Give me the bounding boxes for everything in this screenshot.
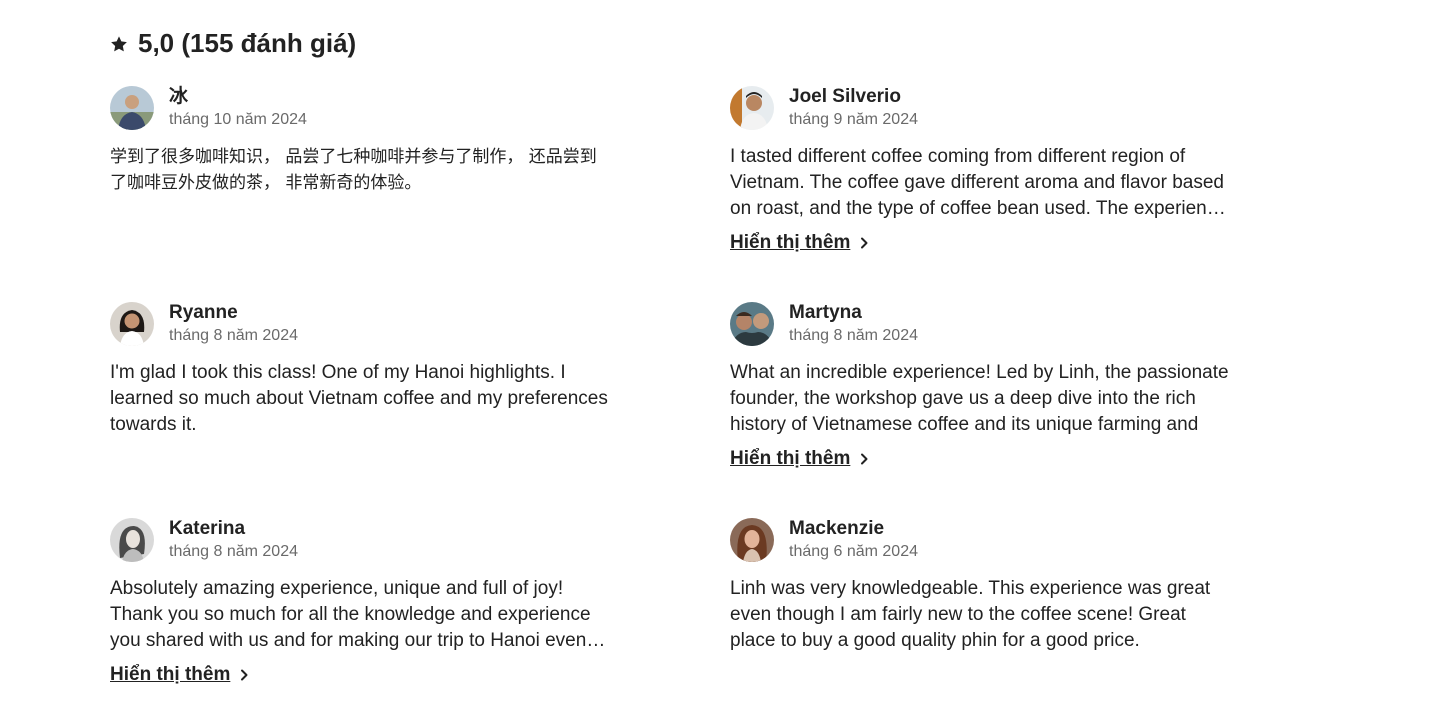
reviewer-meta: Joel Silverio tháng 9 năm 2024 bbox=[789, 86, 918, 131]
reviews-section: 5,0 (155 đánh giá) 冰 tháng 10 năm 2024 学… bbox=[0, 0, 1440, 720]
reviewer-meta: Ryanne tháng 8 năm 2024 bbox=[169, 302, 298, 347]
reviewer-name: Ryanne bbox=[169, 301, 238, 323]
reviewer-meta: Martyna tháng 8 năm 2024 bbox=[789, 302, 918, 347]
star-icon bbox=[110, 35, 128, 53]
review-text: I'm glad I took this class! One of my Ha… bbox=[110, 362, 608, 435]
avatar[interactable] bbox=[730, 86, 774, 130]
show-more-link[interactable]: Hiển thị thêm bbox=[110, 662, 250, 688]
rating-text: 5,0 (155 đánh giá) bbox=[138, 28, 357, 58]
review-card: Ryanne tháng 8 năm 2024 I'm glad I took … bbox=[110, 302, 610, 438]
avatar[interactable] bbox=[730, 518, 774, 562]
review-date: tháng 8 năm 2024 bbox=[789, 326, 918, 344]
review-card: 冰 tháng 10 năm 2024 学到了很多咖啡知识， 品尝了七种咖啡并参… bbox=[110, 86, 610, 196]
review-header: Joel Silverio tháng 9 năm 2024 bbox=[730, 86, 1230, 130]
review-header: Ryanne tháng 8 năm 2024 bbox=[110, 302, 610, 346]
review-card: Joel Silverio tháng 9 năm 2024 I tasted … bbox=[730, 86, 1230, 256]
review-text: 学到了很多咖啡知识， 品尝了七种咖啡并参与了制作， 还品尝到了咖啡豆外皮做的茶，… bbox=[110, 147, 597, 193]
review-text: Linh was very knowledgeable. This experi… bbox=[730, 578, 1211, 651]
chevron-right-icon bbox=[238, 669, 250, 681]
reviewer-name: Katerina bbox=[169, 517, 246, 539]
review-text: I tasted different coffee coming from di… bbox=[730, 146, 1227, 219]
review-header: Martyna tháng 8 năm 2024 bbox=[730, 302, 1230, 346]
rating-summary: 5,0 (155 đánh giá) bbox=[110, 28, 356, 59]
chevron-right-icon bbox=[858, 453, 870, 465]
review-date: tháng 9 năm 2024 bbox=[789, 110, 918, 128]
review-header: Katerina tháng 8 năm 2024 bbox=[110, 518, 610, 562]
show-more-label: Hiển thị thêm bbox=[730, 232, 851, 253]
reviewer-meta: Katerina tháng 8 năm 2024 bbox=[169, 518, 298, 563]
reviewer-name: Mackenzie bbox=[789, 517, 885, 539]
review-date: tháng 10 năm 2024 bbox=[169, 110, 307, 128]
show-more-label: Hiển thị thêm bbox=[110, 664, 231, 685]
avatar[interactable] bbox=[110, 302, 154, 346]
show-more-link[interactable]: Hiển thị thêm bbox=[730, 230, 870, 256]
review-date: tháng 8 năm 2024 bbox=[169, 326, 298, 344]
reviewer-name: Joel Silverio bbox=[789, 85, 901, 107]
avatar[interactable] bbox=[110, 86, 154, 130]
reviewer-name: 冰 bbox=[169, 85, 189, 107]
review-text: Absolutely amazing experience, unique an… bbox=[110, 578, 591, 651]
review-text: What an incredible experience! Led by Li… bbox=[730, 362, 1229, 435]
avatar[interactable] bbox=[110, 518, 154, 562]
review-header: Mackenzie tháng 6 năm 2024 bbox=[730, 518, 1230, 562]
review-date: tháng 8 năm 2024 bbox=[169, 542, 298, 560]
reviewer-name: Martyna bbox=[789, 301, 862, 323]
review-card: Mackenzie tháng 6 năm 2024 Linh was very… bbox=[730, 518, 1230, 654]
reviewer-meta: 冰 tháng 10 năm 2024 bbox=[169, 86, 307, 131]
chevron-right-icon bbox=[858, 237, 870, 249]
avatar[interactable] bbox=[730, 302, 774, 346]
review-card: Katerina tháng 8 năm 2024 Absolutely ama… bbox=[110, 518, 610, 688]
show-more-label: Hiển thị thêm bbox=[730, 448, 851, 469]
review-card: Martyna tháng 8 năm 2024 What an incredi… bbox=[730, 302, 1230, 472]
show-more-link[interactable]: Hiển thị thêm bbox=[730, 446, 870, 472]
reviewer-meta: Mackenzie tháng 6 năm 2024 bbox=[789, 518, 918, 563]
review-date: tháng 6 năm 2024 bbox=[789, 542, 918, 560]
review-header: 冰 tháng 10 năm 2024 bbox=[110, 86, 610, 130]
